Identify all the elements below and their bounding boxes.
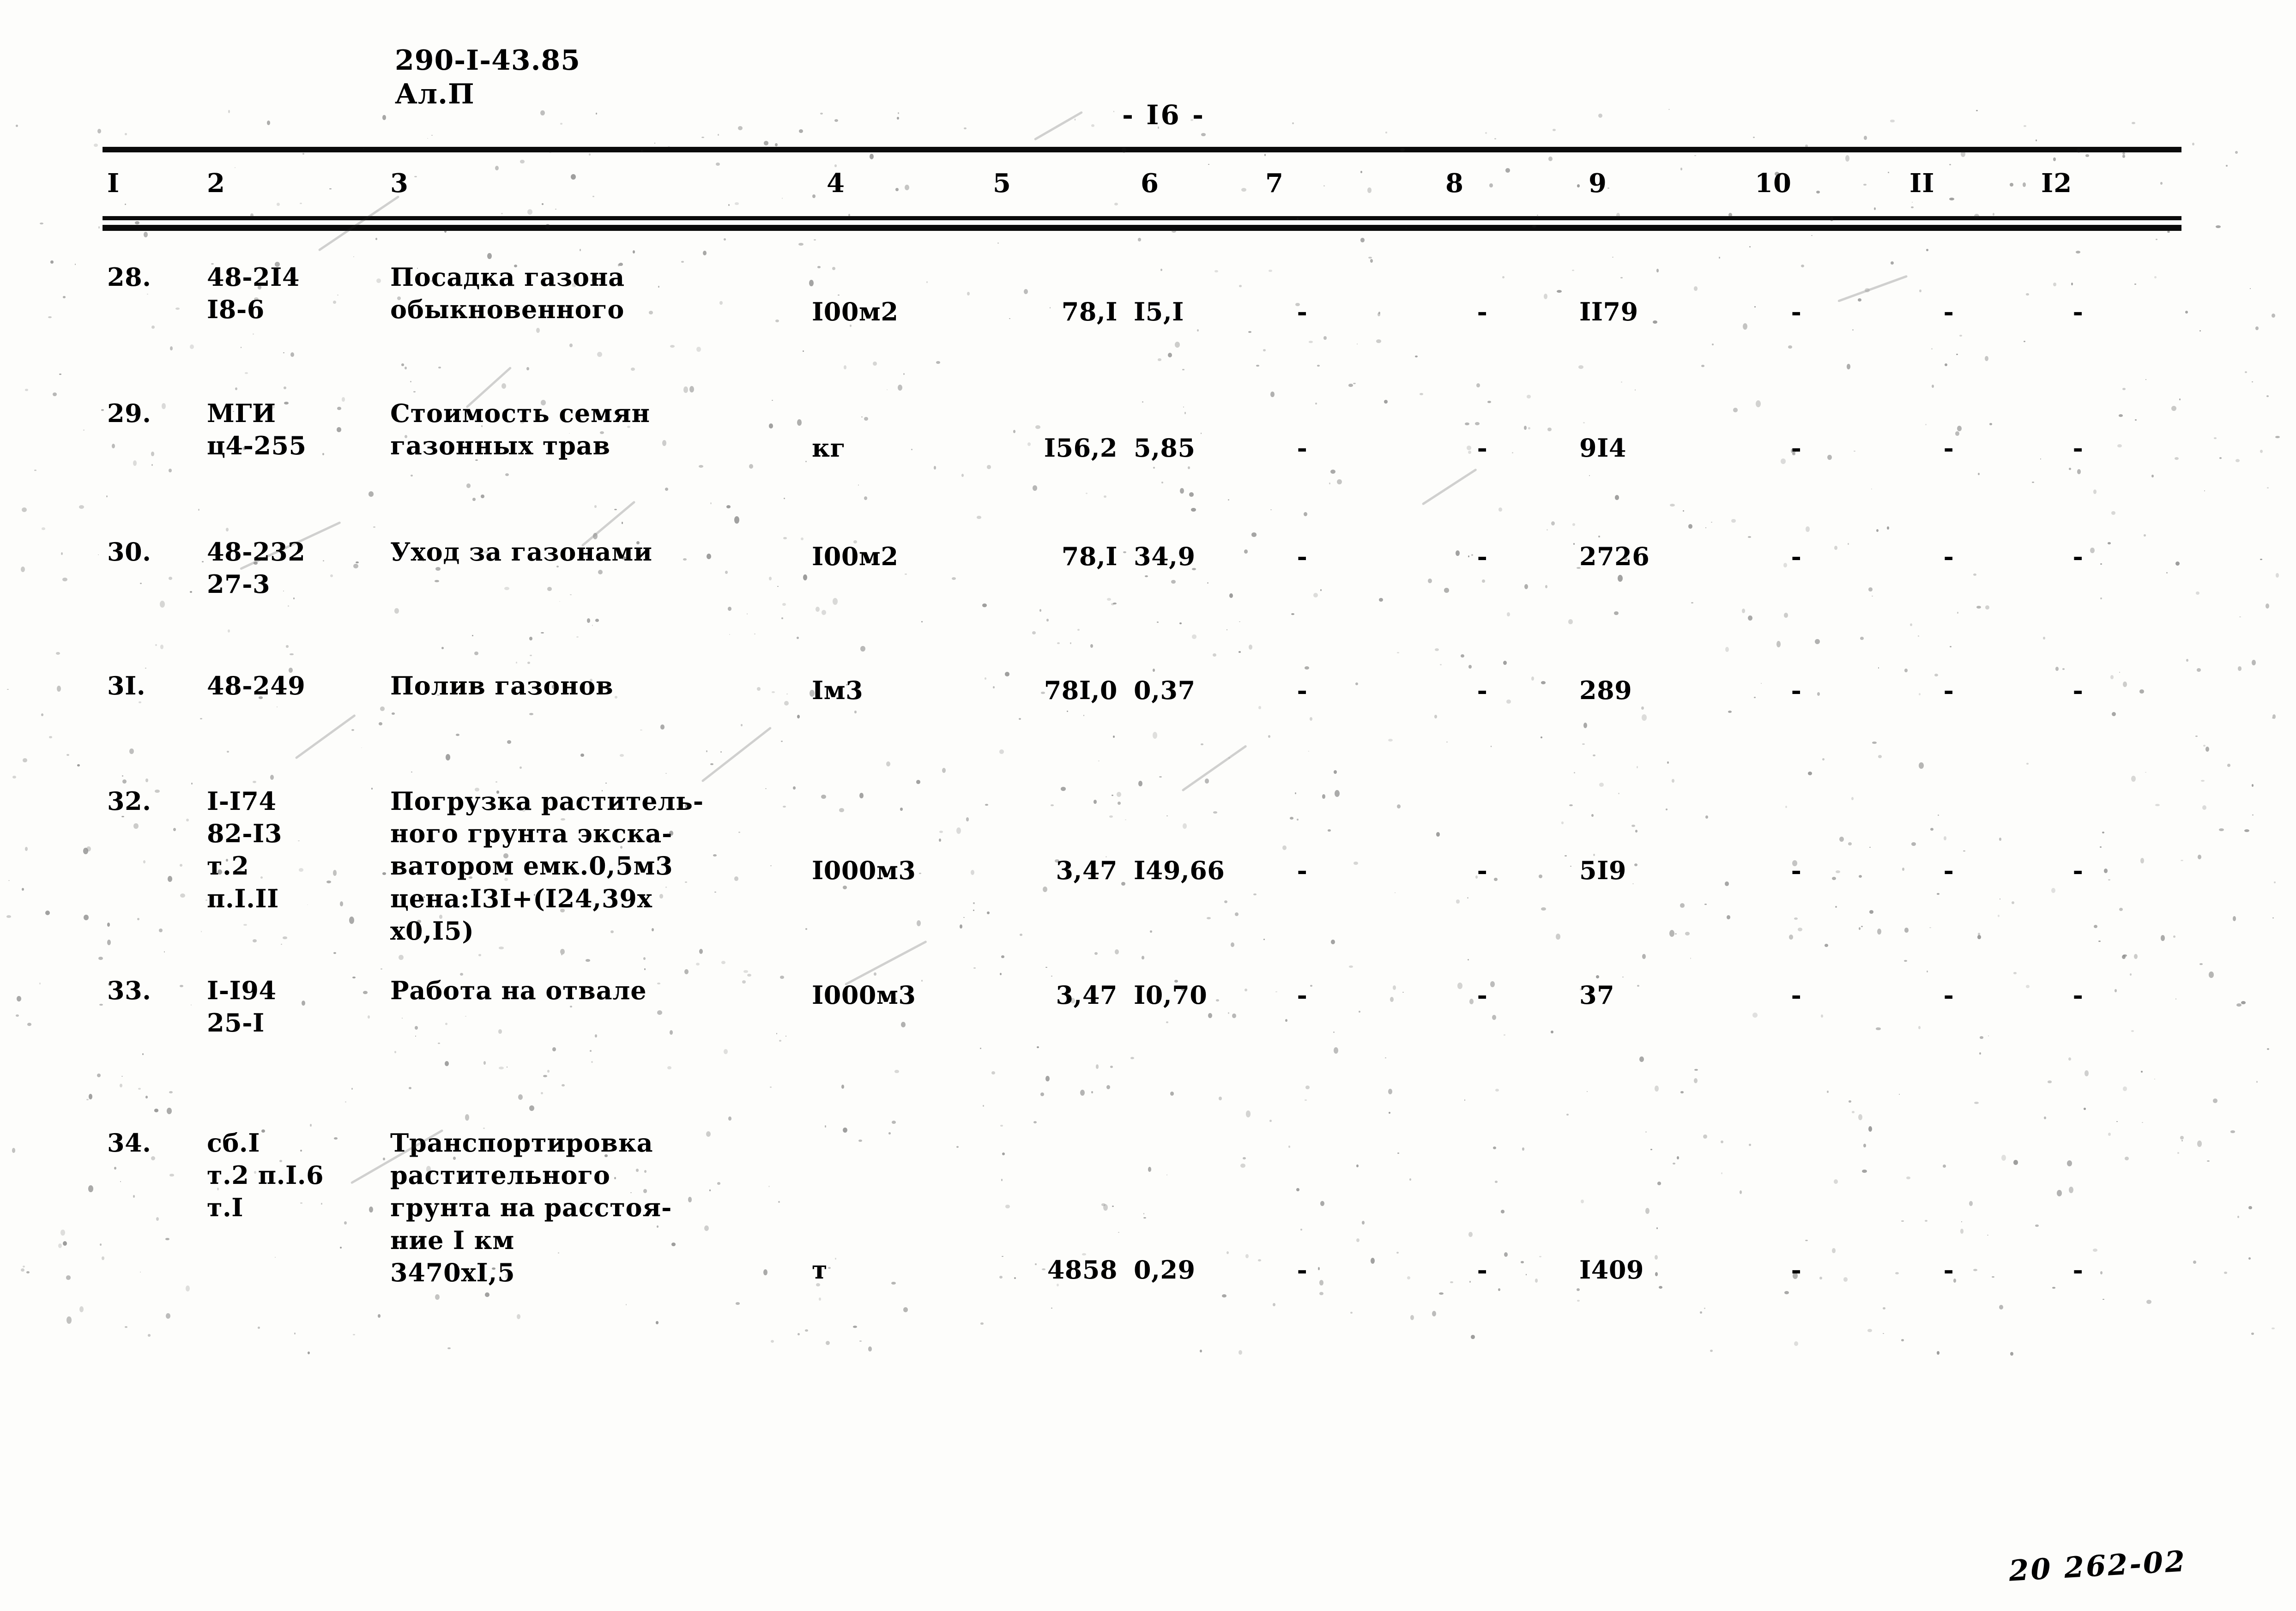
document-code: 290-I-43.85 Ал.П [395, 44, 580, 111]
row-col7-value: - [1297, 297, 1308, 326]
row-number: 28. [107, 262, 151, 292]
row-col10-value: - [1791, 856, 1802, 885]
row-col7-value: - [1297, 980, 1308, 1010]
row-quantity: 3,47 [1056, 980, 1118, 1010]
row-total-cost: 37 [1579, 980, 1615, 1010]
row-quantity: 78,I [1061, 297, 1118, 326]
table-header-rule-lower [103, 225, 2181, 231]
row-col10-value: - [1791, 297, 1802, 326]
column-header-7: 7 [1265, 168, 1284, 199]
row-total-cost: II79 [1579, 297, 1638, 326]
row-quantity: I56,2 [1044, 433, 1118, 463]
row-description: Стоимость семян газонных трав [390, 398, 650, 461]
row-col11-value: - [1943, 980, 1954, 1010]
row-unit: т [812, 1255, 828, 1285]
row-unit: кг [812, 433, 846, 463]
row-unit: I00м2 [812, 297, 899, 326]
row-code: I-I94 25-I [207, 976, 277, 1038]
archive-stamp: 20 262-02 [2008, 1544, 2188, 1588]
column-header-3: 3 [390, 168, 409, 199]
column-header-I: I [107, 168, 120, 199]
row-number: 33. [107, 976, 151, 1005]
row-col7-value: - [1297, 856, 1308, 885]
row-col7-value: - [1297, 542, 1308, 571]
row-col8-value: - [1477, 676, 1488, 705]
row-col12-value: - [2072, 856, 2084, 885]
column-header-10: 10 [1755, 168, 1792, 199]
row-code: 48-2I4 I8-6 [207, 262, 300, 325]
row-col8-value: - [1477, 433, 1488, 463]
row-col8-value: - [1477, 297, 1488, 326]
row-quantity: 3,47 [1056, 856, 1118, 885]
row-col11-value: - [1943, 1255, 1954, 1285]
table-header-rule-upper [103, 216, 2181, 220]
row-number: 32. [107, 786, 151, 816]
row-col12-value: - [2072, 980, 2084, 1010]
scan-speckle-noise [0, 0, 2296, 1611]
row-col10-value: - [1791, 980, 1802, 1010]
row-unit: I000м3 [812, 856, 916, 885]
row-number: 3I. [107, 671, 146, 700]
row-col11-value: - [1943, 433, 1954, 463]
row-description: Полив газонов [390, 671, 614, 700]
row-col8-value: - [1477, 856, 1488, 885]
row-col11-value: - [1943, 297, 1954, 326]
row-col12-value: - [2072, 1255, 2084, 1285]
column-header-6: 6 [1141, 168, 1159, 199]
table-top-rule [103, 147, 2181, 152]
document-code-line2: Ал.П [395, 78, 475, 111]
row-col7-value: - [1297, 676, 1308, 705]
document-code-line1: 290-I-43.85 [395, 44, 580, 77]
row-col10-value: - [1791, 542, 1802, 571]
column-header-4: 4 [827, 168, 845, 199]
row-code: сб.I т.2 п.I.6 т.I [207, 1128, 324, 1223]
row-description: Погрузка раститель- ного грунта экска- в… [390, 786, 704, 946]
column-header-5: 5 [993, 168, 1011, 199]
row-col10-value: - [1791, 1255, 1802, 1285]
column-header-I2: I2 [2041, 168, 2072, 199]
row-total-cost: I409 [1579, 1255, 1644, 1285]
row-code: 48-249 [207, 671, 306, 700]
row-description: Работа на отвале [390, 976, 647, 1005]
row-col12-value: - [2072, 433, 2084, 463]
row-quantity: 4858 [1047, 1255, 1118, 1285]
row-col10-value: - [1791, 676, 1802, 705]
row-total-cost: 2726 [1579, 542, 1650, 571]
column-header-8: 8 [1445, 168, 1464, 199]
row-col8-value: - [1477, 1255, 1488, 1285]
row-quantity: 78I,0 [1044, 676, 1118, 705]
row-total-cost: 9I4 [1579, 433, 1626, 463]
row-col12-value: - [2072, 676, 2084, 705]
row-quantity: 78,I [1061, 542, 1118, 571]
page-number: - I6 - [1122, 99, 1206, 131]
row-code: МГИ ц4-255 [207, 398, 307, 461]
row-col11-value: - [1943, 856, 1954, 885]
row-col7-value: - [1297, 433, 1308, 463]
row-col8-value: - [1477, 542, 1488, 571]
column-header-2: 2 [207, 168, 225, 199]
row-unit: I000м3 [812, 980, 916, 1010]
row-description: Посадка газона обыкновенного [390, 262, 625, 325]
row-col12-value: - [2072, 542, 2084, 571]
row-description: Уход за газонами [390, 537, 653, 567]
row-number: 34. [107, 1128, 151, 1158]
column-header-9: 9 [1589, 168, 1607, 199]
row-unit: I00м2 [812, 542, 899, 571]
row-total-cost: 5I9 [1579, 856, 1626, 885]
row-col11-value: - [1943, 542, 1954, 571]
scanned-document-page: 290-I-43.85 Ал.П - I6 - I 2 3 4 5 6 7 8 9 10 II I2 … [0, 0, 2296, 1611]
row-col12-value: - [2072, 297, 2084, 326]
row-col7-value: - [1297, 1255, 1308, 1285]
column-header-II: II [1909, 168, 1935, 199]
row-code: I-I74 82-I3 т.2 п.I.II [207, 786, 282, 913]
row-col10-value: - [1791, 433, 1802, 463]
row-col8-value: - [1477, 980, 1488, 1010]
row-col11-value: - [1943, 676, 1954, 705]
row-code: 48-232 27-3 [207, 537, 306, 599]
row-unit: Iм3 [812, 676, 864, 705]
row-number: 30. [107, 537, 151, 567]
row-description: Транспортировка растительного грунта на … [390, 1128, 672, 1287]
row-total-cost: 289 [1579, 676, 1632, 705]
row-number: 29. [107, 398, 151, 428]
